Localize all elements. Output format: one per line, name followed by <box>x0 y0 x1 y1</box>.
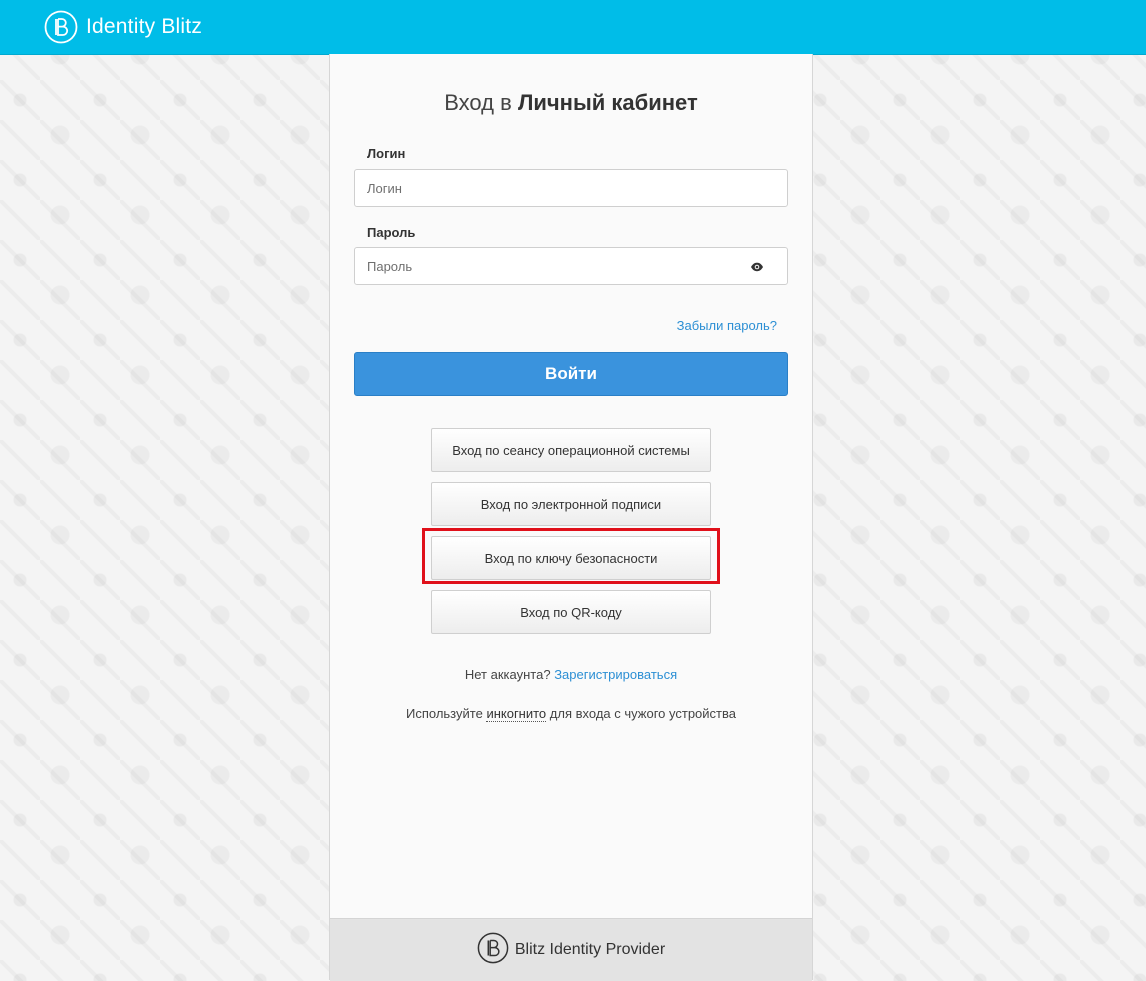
incognito-hint: Используйте инкогнито для входа с чужого… <box>330 706 812 722</box>
register-line: Нет аккаунта? Зарегистрироваться <box>330 667 812 682</box>
incognito-suffix: для входа с чужого устройства <box>549 706 736 721</box>
brand[interactable]: Identity Blitz <box>44 10 202 44</box>
top-bar: Identity Blitz <box>0 0 1146 55</box>
footer-product-name: Blitz Identity Provider <box>514 941 666 958</box>
login-panel: Вход в Личный кабинет Логин Пароль Забыл… <box>329 54 813 981</box>
username-label: Логин <box>367 146 406 161</box>
forgot-password-link[interactable]: Забыли пароль? <box>677 318 777 333</box>
title-strong: Личный кабинет <box>517 90 698 115</box>
qr-code-login-button[interactable]: Вход по QR-коду <box>431 590 711 634</box>
security-key-login-button[interactable]: Вход по ключу безопасности <box>431 536 711 580</box>
footer: Blitz Identity Provider <box>330 918 812 981</box>
footer-logo-icon <box>477 932 509 968</box>
login-button[interactable]: Войти <box>354 352 788 396</box>
password-label: Пароль <box>367 225 416 240</box>
password-input[interactable] <box>354 247 788 285</box>
register-link[interactable]: Зарегистрироваться <box>554 667 677 682</box>
register-prompt: Нет аккаунта? <box>464 667 551 682</box>
title-prefix: Вход в <box>444 90 512 115</box>
username-input[interactable] <box>354 169 788 207</box>
incognito-prefix: Используйте <box>406 706 483 721</box>
digital-signature-login-button[interactable]: Вход по электронной подписи <box>431 482 711 526</box>
blitz-logo-icon <box>44 10 78 44</box>
page-title: Вход в Личный кабинет <box>330 90 812 116</box>
brand-name: Identity Blitz <box>86 15 203 38</box>
eye-icon[interactable] <box>748 258 766 276</box>
os-session-login-button[interactable]: Вход по сеансу операционной системы <box>431 428 711 472</box>
incognito-link[interactable]: инкогнито <box>486 706 547 722</box>
